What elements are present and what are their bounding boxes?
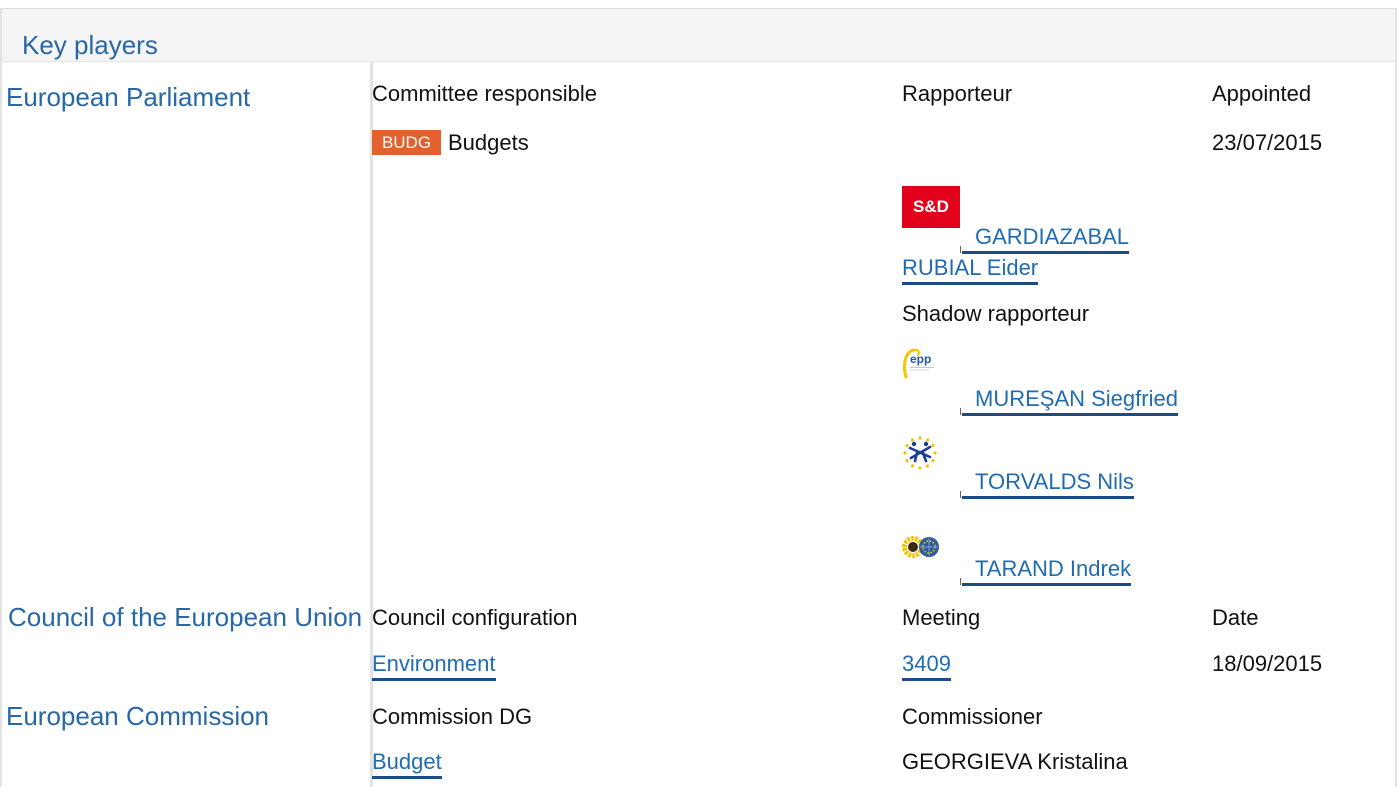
- commission-dg-label: Commission DG: [372, 704, 533, 729]
- rapporteur-entry: S&D GARDIAZABAL RUBIAL Eider: [902, 186, 1207, 285]
- institution-european-commission: European Commission: [6, 701, 270, 731]
- commission-dg-link[interactable]: Budget: [372, 749, 442, 779]
- panel-title: Key players: [22, 30, 158, 60]
- council-configuration-cell: Environment: [372, 648, 496, 681]
- council-configuration-link[interactable]: Environment: [372, 651, 496, 681]
- greens-efa-group-logo: [902, 536, 939, 558]
- shadow-rapporteur-link[interactable]: TORVALDS Nils: [962, 469, 1134, 499]
- shadow-rapporteur-link[interactable]: MUREŞAN Siegfried: [962, 386, 1178, 416]
- council-configuration-label: Council configuration: [372, 605, 578, 630]
- meeting-number-link[interactable]: 3409: [902, 651, 951, 681]
- panel-header: Key players: [0, 8, 1397, 62]
- sd-logo-lettering: S&D: [913, 197, 949, 216]
- institution-european-parliament: European Parliament: [6, 82, 251, 112]
- appointed-date: 23/07/2015: [1212, 130, 1323, 155]
- institution-council: Council of the European Union: [8, 602, 363, 632]
- shadow-rapporteur-entry: TARAND Indrek: [902, 536, 1207, 586]
- meeting-label: Meeting: [902, 605, 981, 630]
- commissioner-name: GEORGIEVA Kristalina: [902, 749, 1128, 774]
- committee-name: Budgets: [448, 130, 529, 155]
- commissioner-label: Commissioner: [902, 704, 1043, 729]
- rapporteur-link[interactable]: GARDIAZABAL RUBIAL Eider: [902, 224, 1130, 285]
- shadow-rapporteur-entry: TORVALDS Nils: [902, 436, 1207, 499]
- commission-dg-cell: Budget: [372, 746, 442, 779]
- shadow-rapporteur-link[interactable]: TARAND Indrek: [962, 556, 1132, 586]
- committee-code-badge: BUDG: [372, 130, 441, 155]
- meeting-date: 18/09/2015: [1212, 651, 1323, 676]
- epp-logo-lettering: epp: [910, 352, 931, 366]
- date-label: Date: [1212, 605, 1259, 630]
- shadow-rapporteur-entry: epp MUREŞAN Siegfried: [902, 347, 1207, 416]
- sd-group-logo: S&D: [902, 186, 960, 228]
- appointed-label: Appointed: [1212, 81, 1312, 106]
- committee-responsible-label: Committee responsible: [372, 81, 597, 106]
- alde-group-logo: [903, 436, 937, 470]
- rapporteur-label: Rapporteur: [902, 81, 1013, 106]
- meeting-cell: 3409: [902, 648, 951, 681]
- shadow-rapporteur-label: Shadow rapporteur: [902, 301, 1090, 326]
- epp-group-logo: epp: [902, 347, 938, 395]
